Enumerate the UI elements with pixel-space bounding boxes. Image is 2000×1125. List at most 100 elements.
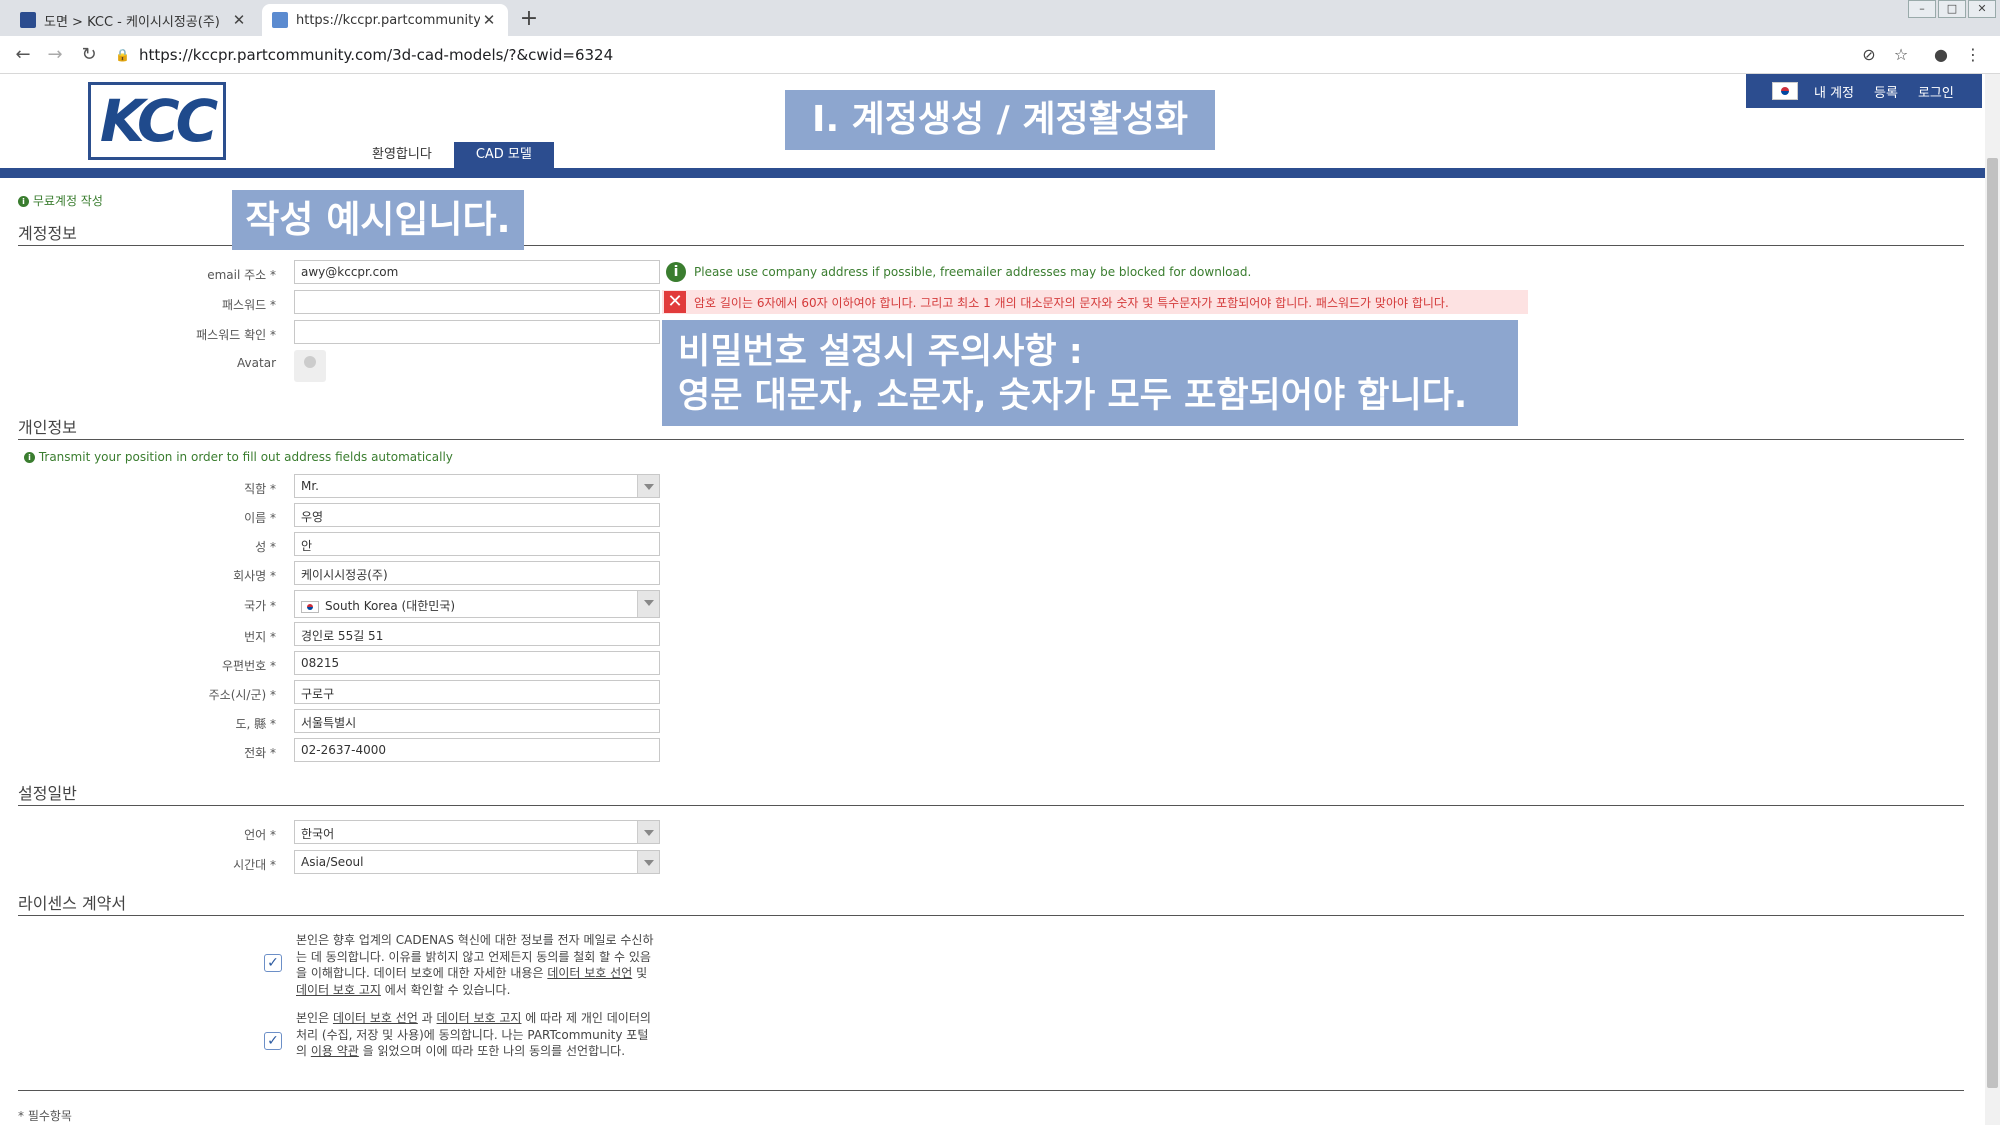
personal-section-title: 개인정보 xyxy=(18,414,1964,440)
license1-text-c: 에서 확인할 수 있습니다. xyxy=(380,982,511,997)
data-protection-notice-link[interactable]: 데이터 보호 고지 xyxy=(437,1011,522,1025)
kcc-favicon-icon xyxy=(20,12,36,28)
user-menu: 내 계정 등록 로그인 xyxy=(1746,74,1982,108)
license2-text-a: 본인은 xyxy=(296,1011,333,1025)
page-favicon-icon xyxy=(272,12,288,28)
free-account-link[interactable]: i 무료계정 작성 xyxy=(18,192,103,209)
required-note: * 필수항목 xyxy=(18,1109,72,1123)
password-confirm-field[interactable] xyxy=(294,320,660,344)
license2-text-b: 과 xyxy=(417,1011,437,1025)
language-value: 한국어 xyxy=(301,827,335,841)
my-account-link[interactable]: 내 계정 xyxy=(1814,82,1854,101)
chevron-down-icon[interactable] xyxy=(637,591,659,617)
close-tab-icon[interactable]: ✕ xyxy=(480,11,498,29)
logo-text: KCC xyxy=(99,87,218,155)
terms-of-use-link[interactable]: 이용 약관 xyxy=(311,1044,359,1058)
license2-text-d: 을 읽었으며 이에 따라 또한 나의 동의를 선언합니다. xyxy=(358,1044,626,1058)
info-icon: i xyxy=(18,196,29,207)
country-value: South Korea (대한민국) xyxy=(325,599,456,613)
state-field[interactable]: 서울특별시 xyxy=(294,709,660,733)
geo-hint-text: Transmit your position in order to fill … xyxy=(38,450,453,464)
email-hint: i Please use company address if possible… xyxy=(666,262,1251,282)
timezone-select[interactable]: Asia/Seoul xyxy=(294,850,660,874)
geo-hint-link[interactable]: i Transmit your position in order to fil… xyxy=(24,450,453,464)
password-field[interactable] xyxy=(294,290,660,314)
country-label: 국가 * xyxy=(244,599,276,613)
city-label: 주소(시/군) * xyxy=(208,688,276,702)
license-text-2: 본인은 데이터 보호 선언 과 데이터 보호 고지 에 따라 제 개인 데이터의… xyxy=(296,1010,656,1060)
site-nav: 환영합니다 CAD 모델 xyxy=(350,142,554,168)
page-scrollbar[interactable] xyxy=(1985,74,2000,1125)
settings-section-title: 설정일반 xyxy=(18,780,1964,806)
translate-icon[interactable]: ⊘ xyxy=(1858,44,1880,66)
notice-line-2: 영문 대문자, 소문자, 숫자가 모두 포함되어야 합니다. xyxy=(678,376,1468,416)
close-tab-icon[interactable]: ✕ xyxy=(230,11,248,29)
data-processing-checkbox[interactable]: ✓ xyxy=(264,1032,282,1050)
country-select[interactable]: South Korea (대한민국) xyxy=(294,590,660,618)
lock-icon: 🔒 xyxy=(115,48,130,62)
license-text-1: 본인은 향후 업계의 CADENAS 혁신에 대한 정보를 전자 메일로 수신하… xyxy=(296,932,656,998)
password-error-text: 암호 길이는 6자에서 60자 이하여야 합니다. 그리고 최소 1 개의 대소… xyxy=(694,295,1449,310)
email-label: email 주소 * xyxy=(207,268,276,282)
register-link[interactable]: 등록 xyxy=(1874,82,1898,101)
forward-arrow-icon[interactable]: → xyxy=(44,44,66,66)
menu-dots-icon[interactable]: ⋮ xyxy=(1962,44,1984,66)
license1-text-b: 및 xyxy=(632,966,648,980)
chevron-down-icon[interactable] xyxy=(637,475,659,497)
password-error: ✕ 암호 길이는 6자에서 60자 이하여야 합니다. 그리고 최소 1 개의 … xyxy=(662,290,1528,314)
profile-icon[interactable]: ● xyxy=(1930,44,1952,66)
lastname-field[interactable]: 안 xyxy=(294,532,660,556)
free-account-text: 무료계정 작성 xyxy=(32,194,103,208)
avatar-placeholder-icon[interactable] xyxy=(294,350,326,382)
firstname-label: 이름 * xyxy=(244,511,276,525)
timezone-value: Asia/Seoul xyxy=(301,855,364,869)
language-label: 언어 * xyxy=(244,828,276,842)
language-select[interactable]: 한국어 xyxy=(294,820,660,844)
phone-field[interactable]: 02-2637-4000 xyxy=(294,738,660,762)
form-divider xyxy=(18,1090,1964,1091)
maximize-icon[interactable]: □ xyxy=(1938,0,1966,18)
new-tab-button[interactable]: + xyxy=(514,6,544,34)
close-window-icon[interactable]: ✕ xyxy=(1968,0,1996,18)
password-confirm-label: 패스워드 확인 * xyxy=(196,328,276,342)
title-select[interactable]: Mr. xyxy=(294,474,660,498)
data-protection-notice-link[interactable]: 데이터 보호 고지 xyxy=(296,983,381,997)
browser-tab-partcommunity[interactable]: https://kccpr.partcommunity.com ✕ xyxy=(262,4,508,36)
korea-flag-icon[interactable] xyxy=(1772,82,1798,100)
bookmark-star-icon[interactable]: ☆ xyxy=(1890,44,1912,66)
title-label: 직함 * xyxy=(244,482,276,496)
password-label: 패스워드 * xyxy=(222,298,276,312)
title-value: Mr. xyxy=(301,479,319,493)
tab-cad-models[interactable]: CAD 모델 xyxy=(453,142,554,168)
minimize-icon[interactable]: – xyxy=(1908,0,1936,18)
data-protection-declaration-link[interactable]: 데이터 보호 선언 xyxy=(333,1011,418,1025)
lastname-label: 성 * xyxy=(255,540,276,554)
info-icon: i xyxy=(666,262,686,282)
annotation-password-notice: 비밀번호 설정시 주의사항 : 영문 대문자, 소문자, 숫자가 모두 포함되어… xyxy=(662,320,1518,426)
header-divider xyxy=(0,168,1985,178)
browser-tab-bar: 도면 > KCC - 케이시시정공(주) ✕ https://kccpr.par… xyxy=(0,0,2000,36)
data-protection-declaration-link[interactable]: 데이터 보호 선언 xyxy=(547,966,632,980)
scrollbar-thumb[interactable] xyxy=(1987,158,1998,1088)
state-label: 도, 縣 * xyxy=(235,717,276,731)
street-field[interactable]: 경인로 55길 51 xyxy=(294,622,660,646)
kcc-logo[interactable]: KCC xyxy=(88,82,226,160)
back-arrow-icon[interactable]: ← xyxy=(12,44,34,66)
zip-field[interactable]: 08215 xyxy=(294,651,660,675)
email-field[interactable]: awy@kccpr.com xyxy=(294,260,660,284)
chevron-down-icon[interactable] xyxy=(637,821,659,843)
login-link[interactable]: 로그인 xyxy=(1918,82,1954,101)
company-field[interactable]: 케이시시정공(주) xyxy=(294,561,660,585)
url-input[interactable]: 🔒 https://kccpr.partcommunity.com/3d-cad… xyxy=(115,40,1855,70)
browser-tab-kcc[interactable]: 도면 > KCC - 케이시시정공(주) ✕ xyxy=(10,4,258,36)
firstname-field[interactable]: 우영 xyxy=(294,503,660,527)
phone-label: 전화 * xyxy=(244,746,276,760)
tab-title: https://kccpr.partcommunity.com xyxy=(296,12,480,28)
chevron-down-icon[interactable] xyxy=(637,851,659,873)
newsletter-checkbox[interactable]: ✓ xyxy=(264,954,282,972)
tab-welcome[interactable]: 환영합니다 xyxy=(350,142,454,168)
city-field[interactable]: 구로구 xyxy=(294,680,660,704)
info-icon: i xyxy=(24,452,35,463)
annotation-heading: Ⅰ. 계정생성 / 계정활성화 xyxy=(785,90,1215,150)
reload-icon[interactable]: ↻ xyxy=(78,44,100,66)
